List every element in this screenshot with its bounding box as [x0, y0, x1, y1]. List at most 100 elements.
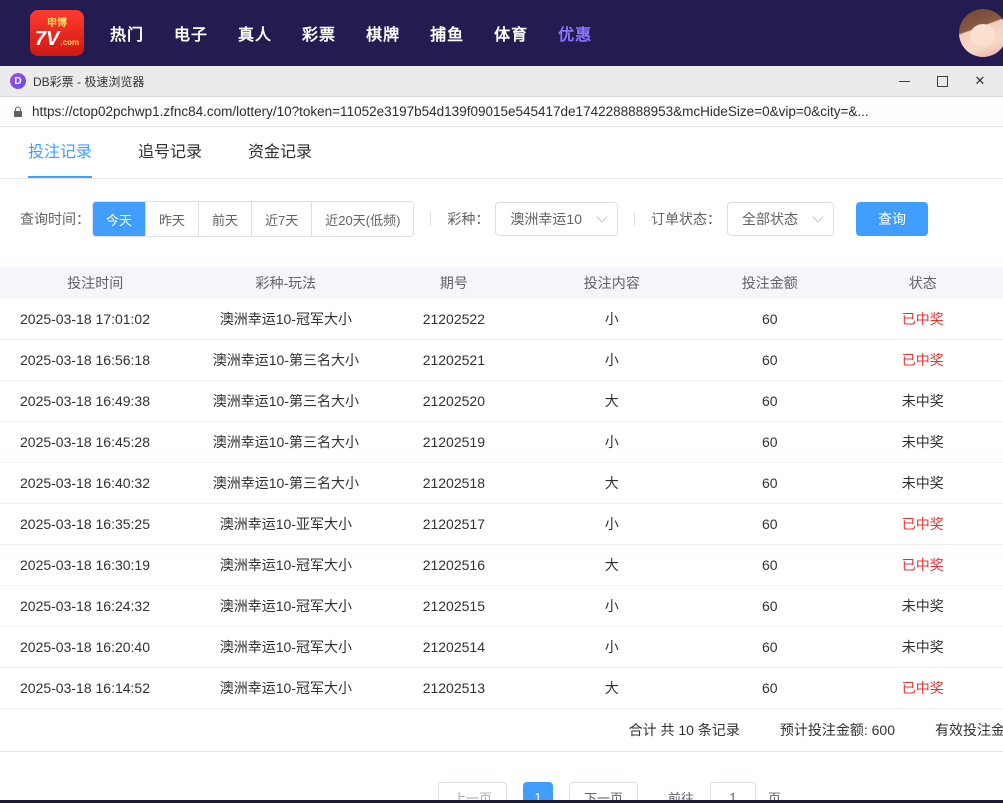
nav-item[interactable]: 彩票 [302, 21, 336, 45]
tab[interactable]: 投注记录 [28, 143, 93, 178]
table-row: 2025-03-18 16:20:40 澳洲幸运10-冠军大小 21202514… [0, 627, 1003, 668]
bet-amount: 60 [761, 680, 778, 696]
bet-amount: 60 [761, 393, 778, 409]
divider [430, 212, 432, 226]
nav-item[interactable]: 热门 [110, 21, 144, 45]
bet-time: 2025-03-18 16:35:25 [20, 516, 150, 532]
bet-amount: 60 [761, 434, 778, 450]
time-filter-button[interactable]: 近20天(低频) [311, 202, 414, 236]
bet-status: 已中奖 [901, 516, 944, 532]
address-bar[interactable]: https://ctop02pchwp1.zfnc84.com/lottery/… [0, 97, 1003, 127]
bet-content: 小 [604, 311, 619, 327]
bet-status: 未中奖 [901, 393, 944, 409]
bet-play: 澳洲幸运10-冠军大小 [219, 598, 352, 614]
bet-time: 2025-03-18 16:40:32 [20, 475, 150, 491]
table-header-cell: 状态 [908, 275, 937, 291]
screen: 申博 7V .com 热门 电子 真人 彩票 棋牌 捕鱼 体育 优惠 D DB彩… [0, 0, 1003, 803]
bet-amount: 60 [761, 639, 778, 655]
time-filter-button[interactable]: 前天 [198, 202, 252, 236]
query-button[interactable]: 查询 [855, 202, 928, 236]
bet-content: 小 [604, 639, 619, 655]
lock-icon [14, 106, 22, 117]
nav-item[interactable]: 棋牌 [366, 21, 400, 45]
table-header-cell: 期号 [439, 275, 468, 291]
bet-amount: 60 [761, 598, 778, 614]
table-header-cell: 投注金额 [741, 275, 798, 291]
summary-total: 合计 共 10 条记录 [628, 722, 740, 738]
nav-item[interactable]: 捕鱼 [430, 21, 464, 45]
bet-time: 2025-03-18 16:20:40 [20, 639, 150, 655]
tab[interactable]: 资金记录 [248, 143, 312, 178]
time-filter-label: 查询时间： [20, 211, 90, 227]
bet-play: 澳洲幸运10-第三名大小 [212, 475, 359, 491]
table-row: 2025-03-18 16:30:19 澳洲幸运10-冠军大小 21202516… [0, 545, 1003, 586]
time-filter-button[interactable]: 近7天 [251, 202, 312, 236]
bet-content: 小 [604, 434, 619, 450]
time-filter-group: 今天 昨天 前天 近7天 近20天(低频) [92, 201, 415, 237]
page-content: 投注记录 追号记录 资金记录 查询时间： 今天 昨天 前天 近7天 近20天(低… [0, 127, 1003, 803]
close-icon[interactable]: ✕ [965, 70, 995, 92]
maximize-icon[interactable] [927, 70, 957, 92]
chevron-down-icon [812, 211, 824, 223]
bet-issue: 21202518 [422, 475, 485, 491]
bet-status: 已中奖 [901, 352, 944, 368]
summary-expected-amount: 预计投注金额: 600 [779, 722, 895, 738]
table-header-cell: 投注时间 [67, 275, 124, 291]
nav-item[interactable]: 体育 [494, 21, 528, 45]
bet-amount: 60 [761, 557, 778, 573]
time-filter-button[interactable]: 昨天 [145, 202, 199, 236]
bet-play: 澳洲幸运10-亚军大小 [219, 516, 352, 532]
record-tabs: 投注记录 追号记录 资金记录 [0, 127, 1003, 179]
bet-time: 2025-03-18 16:14:52 [20, 680, 150, 696]
window-controls: ✕ [889, 70, 995, 92]
bet-issue: 21202521 [422, 352, 485, 368]
bet-status: 未中奖 [901, 639, 944, 655]
browser-app-icon: D [10, 73, 26, 89]
bet-play: 澳洲幸运10-冠军大小 [219, 680, 352, 696]
bet-time: 2025-03-18 16:30:19 [20, 557, 150, 573]
bet-time: 2025-03-18 16:56:18 [20, 352, 150, 368]
bet-status: 已中奖 [901, 557, 944, 573]
lottery-select[interactable]: 澳洲幸运10 [495, 202, 618, 236]
bet-content: 大 [604, 475, 619, 491]
bet-time: 2025-03-18 17:01:02 [20, 311, 150, 327]
divider [633, 212, 635, 226]
main-nav: 热门 电子 真人 彩票 棋牌 捕鱼 体育 优惠 [110, 21, 592, 45]
table-row: 2025-03-18 16:24:32 澳洲幸运10-冠军大小 21202515… [0, 586, 1003, 627]
bet-amount: 60 [761, 311, 778, 327]
bet-status: 未中奖 [901, 434, 944, 450]
filter-bar: 查询时间： 今天 昨天 前天 近7天 近20天(低频) 彩种： 澳洲幸运10 订… [0, 179, 1003, 237]
bet-play: 澳洲幸运10-冠军大小 [219, 639, 352, 655]
bet-content: 大 [604, 393, 619, 409]
summary-bar: 合计 共 10 条记录 预计投注金额: 600 有效投注金 [0, 709, 1003, 752]
lottery-filter-label: 彩种： [447, 211, 490, 227]
bet-status: 已中奖 [901, 311, 944, 327]
brand-logo-main: 7V .com [35, 29, 79, 49]
brand-logo[interactable]: 申博 7V .com [30, 10, 84, 56]
bet-issue: 21202514 [422, 639, 485, 655]
bet-play: 澳洲幸运10-第三名大小 [212, 434, 359, 450]
bet-time: 2025-03-18 16:24:32 [20, 598, 150, 614]
brand-logo-7v: 7V [34, 27, 60, 50]
bet-issue: 21202519 [422, 434, 485, 450]
order-status-select[interactable]: 全部状态 [726, 202, 834, 236]
nav-item[interactable]: 电子 [174, 21, 208, 45]
summary-valid-amount: 有效投注金 [935, 722, 1003, 738]
tab[interactable]: 追号记录 [138, 143, 202, 178]
bet-amount: 60 [761, 475, 778, 491]
url-text[interactable]: https://ctop02pchwp1.zfnc84.com/lottery/… [32, 104, 869, 119]
bet-issue: 21202513 [422, 680, 485, 696]
top-navigation: 申博 7V .com 热门 电子 真人 彩票 棋牌 捕鱼 体育 优惠 [0, 0, 1003, 66]
chevron-down-icon [596, 211, 608, 223]
user-avatar[interactable] [959, 9, 1003, 57]
table-row: 2025-03-18 16:40:32 澳洲幸运10-第三名大小 2120251… [0, 463, 1003, 504]
bet-records-table: 投注时间 彩种-玩法 期号 投注内容 投注金额 状态 2025-03-18 17… [0, 267, 1003, 709]
bet-issue: 21202516 [422, 557, 485, 573]
nav-item[interactable]: 优惠 [558, 21, 592, 45]
table-body: 2025-03-18 17:01:02 澳洲幸运10-冠军大小 21202522… [0, 299, 1003, 709]
table-row: 2025-03-18 16:35:25 澳洲幸运10-亚军大小 21202517… [0, 504, 1003, 545]
time-filter-button[interactable]: 今天 [93, 202, 146, 236]
minimize-icon[interactable] [889, 70, 919, 92]
nav-item[interactable]: 真人 [238, 21, 272, 45]
table-row: 2025-03-18 17:01:02 澳洲幸运10-冠军大小 21202522… [0, 299, 1003, 340]
